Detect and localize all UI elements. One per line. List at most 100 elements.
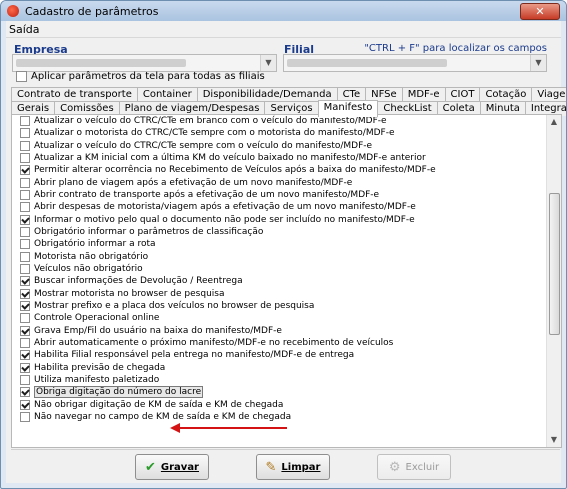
option-row[interactable]: Atualizar o motorista do CTRC/CTe sempre… (20, 127, 540, 139)
option-label: Abrir automaticamente o próximo manifest… (34, 338, 394, 349)
option-checkbox[interactable] (20, 227, 30, 238)
tab-viagem[interactable]: Viagem (531, 87, 566, 102)
scroll-down-icon[interactable]: ▼ (547, 433, 561, 447)
check-icon: ✔ (145, 459, 156, 475)
gravar-button[interactable]: ✔ Gravar (135, 454, 209, 480)
chevron-down-icon[interactable]: ▼ (260, 55, 276, 71)
scroll-up-icon[interactable]: ▲ (547, 115, 561, 129)
option-row[interactable]: Abrir plano de viagem após a efetivação … (20, 177, 540, 189)
option-checkbox[interactable] (20, 288, 30, 299)
filial-combo[interactable]: ▼ (283, 54, 547, 72)
option-row[interactable]: Abrir despesas de motorista/viagem após … (20, 201, 540, 213)
option-checkbox[interactable] (20, 251, 30, 262)
option-checkbox[interactable] (20, 412, 30, 423)
option-row[interactable]: Obrigatório informar a rota (20, 238, 540, 250)
option-row[interactable]: Habilita Filial responsável pela entrega… (20, 349, 540, 361)
menu-saida[interactable]: Saída (9, 23, 40, 36)
close-button[interactable]: ✕ (520, 3, 560, 20)
option-checkbox[interactable] (20, 350, 30, 361)
app-icon (7, 5, 19, 17)
option-checkbox[interactable] (20, 177, 30, 188)
option-row[interactable]: Utiliza manifesto paletizado (20, 374, 540, 386)
option-label: Motorista não obrigatório (34, 251, 149, 262)
option-checkbox[interactable] (20, 264, 30, 275)
title-bar: Cadastro de parâmetros ✕ (1, 1, 566, 21)
option-checkbox[interactable] (20, 165, 30, 176)
manifesto-panel: Atualizar o veículo do CTRC/CTe em branc… (11, 114, 562, 448)
option-label: Atualizar o motorista do CTRC/CTe sempre… (34, 128, 395, 139)
option-checkbox[interactable] (20, 276, 30, 287)
option-row[interactable]: Não obrigar digitação de KM de saída e K… (20, 399, 540, 411)
option-label: Não obrigar digitação de KM de saída e K… (34, 399, 284, 410)
option-label: Utiliza manifesto paletizado (34, 375, 160, 386)
option-label: Atualizar o veículo do CTRC/CTe sempre c… (34, 140, 373, 151)
empresa-value-blurred (16, 59, 186, 67)
option-label: Atualizar a KM inicial com a última KM d… (34, 153, 426, 164)
broom-icon: ✎ (265, 459, 277, 475)
option-row[interactable]: Obriga digitação do número do lacre (20, 386, 540, 399)
option-checkbox[interactable] (20, 375, 30, 386)
tab-container[interactable]: Container (136, 87, 198, 102)
option-label: Obrigatório informar a rota (34, 239, 156, 250)
option-row[interactable]: Atualizar o veículo do CTRC/CTe sempre c… (20, 140, 540, 152)
apply-all-checkbox[interactable] (16, 71, 27, 82)
option-row[interactable]: Abrir automaticamente o próximo manifest… (20, 337, 540, 349)
option-checkbox[interactable] (20, 399, 30, 410)
option-row[interactable]: Veículos não obrigatório (20, 263, 540, 275)
option-row[interactable]: Mostrar prefixo e a placa dos veículos n… (20, 300, 540, 312)
apply-all-label: Aplicar parâmetros da tela para todas as… (31, 71, 265, 82)
option-label: Abrir contrato de transporte após a efet… (34, 190, 380, 201)
option-row[interactable]: Obrigatório informar o parâmetros de cla… (20, 226, 540, 238)
tab-cota-o[interactable]: Cotação (479, 87, 533, 102)
window: Cadastro de parâmetros ✕ Saída Empresa F… (0, 0, 567, 489)
option-row[interactable]: Informar o motivo pelo qual o documento … (20, 214, 540, 226)
option-checkbox[interactable] (20, 116, 30, 127)
tab-contrato-de-transporte[interactable]: Contrato de transporte (11, 87, 138, 102)
option-row[interactable]: Abrir contrato de transporte após a efet… (20, 189, 540, 201)
option-checkbox[interactable] (20, 153, 30, 164)
tab-ciot[interactable]: CIOT (444, 87, 481, 102)
excluir-label: Excluir (405, 461, 440, 473)
option-checkbox[interactable] (20, 202, 30, 213)
option-checkbox[interactable] (20, 338, 30, 349)
option-checkbox[interactable] (20, 313, 30, 324)
option-checkbox[interactable] (20, 239, 30, 250)
option-checkbox[interactable] (20, 387, 30, 398)
option-row[interactable]: Habilita previsão de chegada (20, 362, 540, 374)
option-row[interactable]: Buscar informações de Devolução / Reentr… (20, 275, 540, 287)
tab-row-1: Contrato de transporte Container Disponibi… (11, 87, 566, 102)
scroll-thumb[interactable] (549, 193, 560, 335)
option-row[interactable]: Não navegar no campo de KM de saída e KM… (20, 411, 540, 423)
option-label: Não navegar no campo de KM de saída e KM… (34, 412, 292, 423)
empresa-combo[interactable]: ▼ (12, 54, 277, 72)
option-checkbox[interactable] (20, 362, 30, 373)
option-label: Permitir alterar ocorrência no Recebimen… (34, 165, 436, 176)
option-row[interactable]: Permitir alterar ocorrência no Recebimen… (20, 164, 540, 176)
option-label: Mostrar motorista no browser de pesquisa (34, 288, 225, 299)
tab-manifesto[interactable]: Manifesto (317, 100, 379, 117)
excluir-button[interactable]: ⚙ Excluir (377, 454, 451, 480)
option-row[interactable]: Atualizar o veículo do CTRC/CTe em branc… (20, 115, 540, 127)
option-label: Controle Operacional online (34, 313, 160, 324)
tab-mdf-e[interactable]: MDF-e (401, 87, 446, 102)
option-checkbox[interactable] (20, 301, 30, 312)
option-row[interactable]: Controle Operacional online (20, 312, 540, 324)
option-checkbox[interactable] (20, 190, 30, 201)
chevron-down-icon[interactable]: ▼ (530, 55, 546, 71)
option-row[interactable]: Grava Emp/Fil do usuário na baixa do man… (20, 325, 540, 337)
option-label: Obriga digitação do número do lacre (34, 386, 204, 399)
limpar-button[interactable]: ✎ Limpar (256, 454, 330, 480)
option-row[interactable]: Atualizar a KM inicial com a última KM d… (20, 152, 540, 164)
option-label: Abrir plano de viagem após a efetivação … (34, 177, 353, 188)
option-row[interactable]: Motorista não obrigatório (20, 251, 540, 263)
option-checkbox[interactable] (20, 128, 30, 139)
option-row[interactable]: Mostrar motorista no browser de pesquisa (20, 288, 540, 300)
tab-disponibilidade-demanda[interactable]: Disponibilidade/Demanda (196, 87, 338, 102)
option-checkbox[interactable] (20, 214, 30, 225)
vertical-scrollbar[interactable]: ▲ ▼ (546, 115, 561, 447)
option-label: Habilita previsão de chegada (34, 362, 166, 373)
option-checkbox[interactable] (20, 325, 30, 336)
option-checkbox[interactable] (20, 140, 30, 151)
option-label: Buscar informações de Devolução / Reentr… (34, 276, 243, 287)
apply-all-option[interactable]: Aplicar parâmetros da tela para todas as… (16, 71, 265, 83)
